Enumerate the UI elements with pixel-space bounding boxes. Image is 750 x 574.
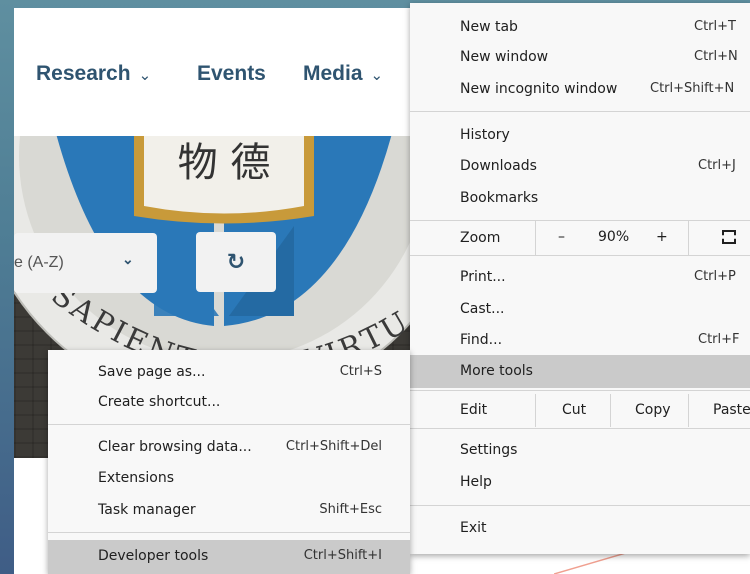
menu-item-print[interactable]: Print... Ctrl+P: [410, 263, 750, 293]
menu-separator: [48, 532, 410, 533]
zoom-level: 90%: [598, 229, 630, 245]
nav-research[interactable]: Research ⌄: [36, 62, 151, 86]
menu-item-shortcut: Ctrl+P: [694, 269, 736, 284]
menu-separator: [410, 255, 750, 256]
reset-filters-button[interactable]: ↻: [196, 232, 276, 292]
menu-item-label: History: [460, 127, 510, 143]
zoom-out-button[interactable]: –: [558, 229, 565, 245]
edit-label: Edit: [460, 402, 488, 418]
menu-separator: [410, 428, 750, 429]
menu-item-shortcut: Ctrl+Shift+Del: [285, 439, 382, 454]
menu-item-extensions[interactable]: Extensions: [48, 464, 410, 494]
menu-item-shortcut: Ctrl+N: [694, 49, 738, 64]
menu-item-exit[interactable]: Exit: [410, 514, 750, 544]
menu-separator: [410, 505, 750, 506]
menu-separator: [48, 424, 410, 425]
menu-row-zoom: Zoom – 90% +: [410, 221, 750, 255]
menu-cell-divider: [535, 221, 536, 255]
reset-icon: ↻: [226, 249, 246, 275]
menu-item-developer-tools[interactable]: Developer tools Ctrl+Shift+I: [48, 540, 410, 574]
menu-item-label: Developer tools: [98, 548, 209, 564]
browser-main-menu: New tab Ctrl+T New window Ctrl+N New inc…: [410, 3, 750, 554]
nav-media[interactable]: Media ⌄: [303, 62, 383, 86]
chevron-down-icon: ⌄: [138, 67, 152, 84]
menu-cell-divider: [688, 221, 689, 255]
menu-item-label: Cast...: [460, 301, 505, 317]
menu-item-label: New tab: [460, 19, 518, 35]
nav-events[interactable]: Events: [197, 62, 266, 86]
menu-item-label: More tools: [460, 363, 533, 379]
menu-item-label: Exit: [460, 520, 487, 536]
copy-button[interactable]: Copy: [635, 402, 671, 418]
menu-item-label: New incognito window: [460, 81, 618, 97]
more-tools-submenu: Save page as... Ctrl+S Create shortcut..…: [48, 350, 410, 574]
menu-item-label: Clear browsing data...: [98, 439, 252, 455]
menu-item-cast[interactable]: Cast...: [410, 295, 750, 325]
chevron-down-icon: ⌄: [370, 67, 384, 84]
menu-item-task-manager[interactable]: Task manager Shift+Esc: [48, 496, 410, 526]
crest-motto-top: 物 德: [178, 140, 271, 186]
paste-button[interactable]: Paste: [713, 402, 750, 418]
zoom-in-button[interactable]: +: [656, 229, 668, 245]
menu-item-label: Extensions: [98, 470, 175, 486]
menu-cell-divider: [688, 394, 689, 427]
nav-research-label: Research: [36, 62, 131, 85]
sort-select-value: e (A-Z): [14, 254, 64, 271]
menu-item-label: Print...: [460, 269, 506, 285]
menu-item-create-shortcut[interactable]: Create shortcut...: [48, 388, 410, 418]
menu-item-label: Bookmarks: [460, 190, 539, 206]
menu-item-new-incognito-window[interactable]: New incognito window Ctrl+Shift+N: [410, 75, 750, 105]
menu-item-shortcut: Ctrl+J: [698, 158, 736, 173]
menu-item-shortcut: Shift+Esc: [319, 502, 382, 517]
menu-item-history[interactable]: History: [410, 121, 750, 151]
menu-item-label: Create shortcut...: [98, 394, 221, 410]
menu-item-shortcut: Ctrl+F: [698, 332, 740, 347]
menu-item-label: Find...: [460, 332, 503, 348]
fullscreen-icon[interactable]: [722, 230, 736, 244]
menu-row-edit: Edit Cut Copy Paste: [410, 394, 750, 427]
menu-item-settings[interactable]: Settings: [410, 436, 750, 466]
menu-item-new-window[interactable]: New window Ctrl+N: [410, 43, 750, 73]
menu-item-new-tab[interactable]: New tab Ctrl+T: [410, 13, 750, 43]
menu-item-label: Downloads: [460, 158, 537, 174]
nav-events-label: Events: [197, 62, 266, 85]
menu-separator: [410, 390, 750, 391]
menu-item-more-tools[interactable]: More tools: [410, 355, 750, 388]
menu-item-bookmarks[interactable]: Bookmarks: [410, 184, 750, 214]
menu-cell-divider: [610, 394, 611, 427]
menu-cell-divider: [535, 394, 536, 427]
zoom-label: Zoom: [460, 230, 501, 246]
menu-item-label: Task manager: [98, 502, 196, 518]
menu-item-shortcut: Ctrl+S: [339, 364, 382, 379]
menu-item-clear-browsing-data[interactable]: Clear browsing data... Ctrl+Shift+Del: [48, 433, 410, 463]
cut-button[interactable]: Cut: [562, 402, 586, 418]
menu-separator: [410, 111, 750, 112]
menu-item-shortcut: Ctrl+Shift+I: [303, 548, 382, 563]
nav-media-label: Media: [303, 62, 363, 85]
menu-item-label: New window: [460, 49, 549, 65]
menu-item-label: Save page as...: [98, 364, 206, 380]
menu-item-label: Help: [460, 474, 492, 490]
menu-item-shortcut: Ctrl+Shift+N: [650, 81, 735, 96]
menu-item-help[interactable]: Help: [410, 468, 750, 498]
menu-item-label: Settings: [460, 442, 518, 458]
menu-item-find[interactable]: Find... Ctrl+F: [410, 326, 750, 356]
menu-item-save-page-as[interactable]: Save page as... Ctrl+S: [48, 358, 410, 388]
sort-select[interactable]: e (A-Z) ⌄: [14, 233, 157, 293]
chevron-down-icon: ⌄: [122, 251, 134, 267]
menu-item-downloads[interactable]: Downloads Ctrl+J: [410, 152, 750, 182]
site-navigation: Research ⌄ Events Media ⌄: [14, 8, 414, 136]
menu-item-shortcut: Ctrl+T: [694, 19, 736, 34]
